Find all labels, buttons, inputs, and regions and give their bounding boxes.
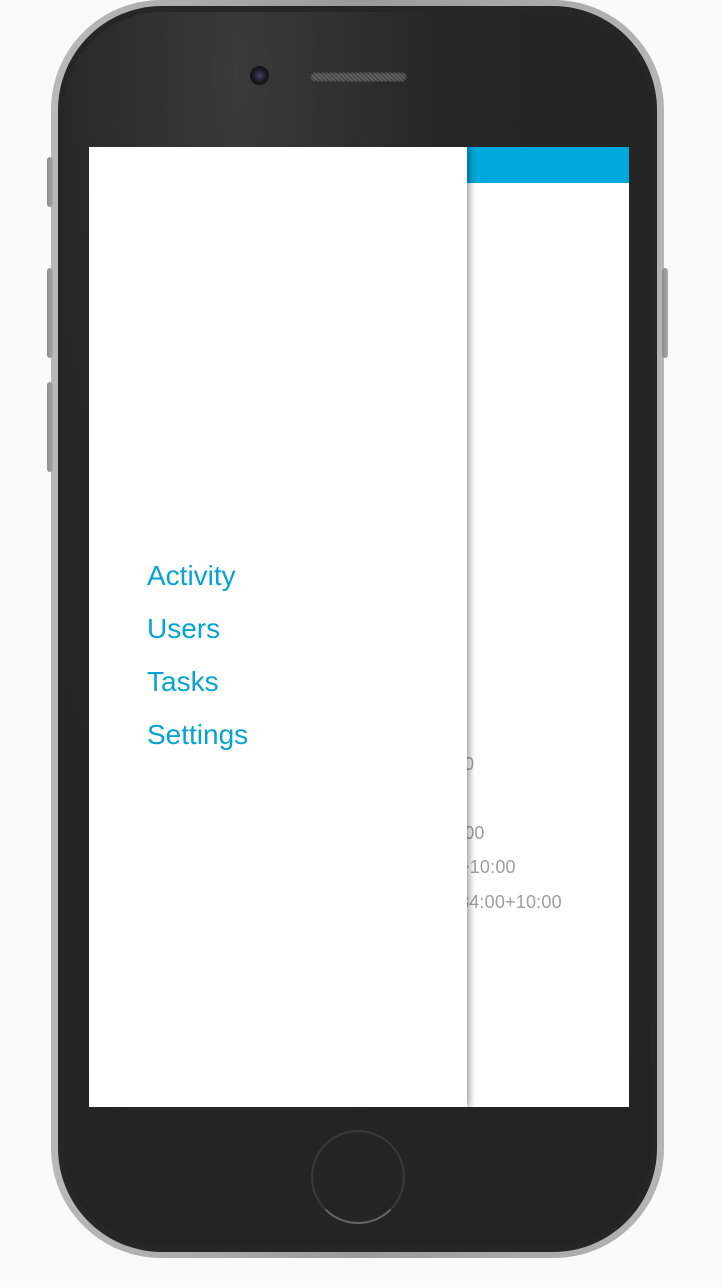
front-camera-icon xyxy=(250,66,269,85)
power-button xyxy=(662,268,668,358)
earpiece-speaker xyxy=(310,72,407,82)
app-screen: 0 :00 +10:00 34:00+10:00 Activity Users … xyxy=(89,147,629,1107)
navigation-drawer: Activity Users Tasks Settings xyxy=(89,147,467,1107)
nav-menu: Activity Users Tasks Settings xyxy=(147,549,248,761)
nav-item-activity[interactable]: Activity xyxy=(147,549,248,602)
home-button[interactable] xyxy=(311,1130,405,1224)
nav-item-users[interactable]: Users xyxy=(147,602,248,655)
volume-down-button xyxy=(47,382,53,472)
volume-up-button xyxy=(47,268,53,358)
background-line: 34:00+10:00 xyxy=(459,892,562,912)
background-line: +10:00 xyxy=(459,857,516,877)
nav-item-settings[interactable]: Settings xyxy=(147,708,248,761)
mute-switch xyxy=(47,157,53,207)
nav-item-tasks[interactable]: Tasks xyxy=(147,655,248,708)
